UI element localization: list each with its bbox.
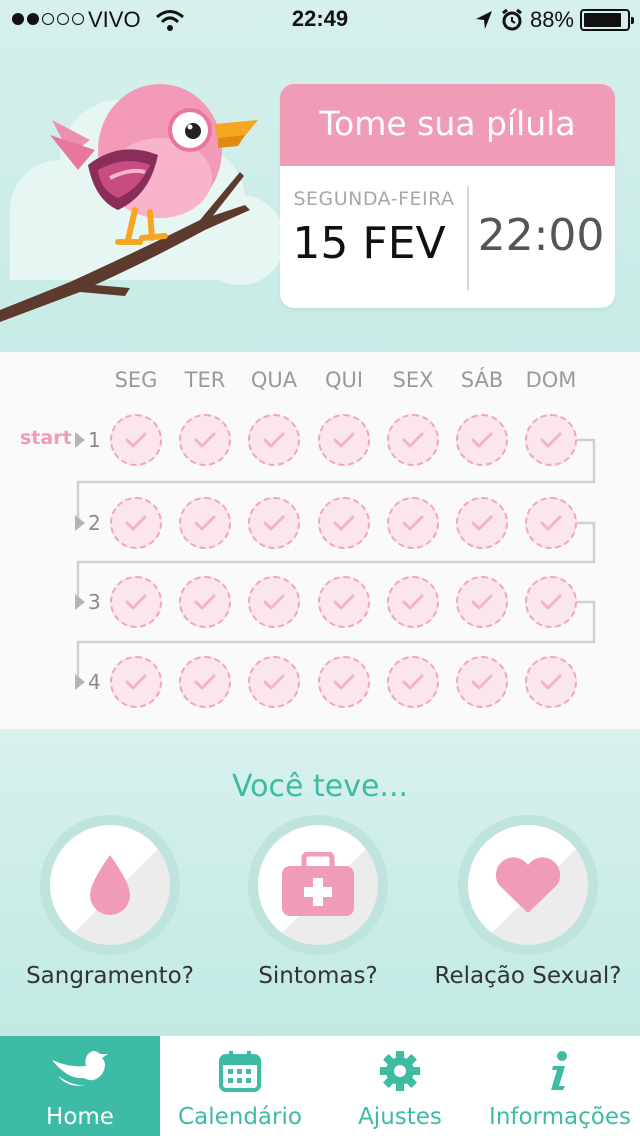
pill-slot[interactable] — [318, 414, 370, 466]
day-label: SÁB — [460, 368, 504, 392]
pill-slot[interactable] — [456, 656, 508, 708]
pill-slot[interactable] — [456, 414, 508, 466]
tab-home[interactable]: Home — [0, 1036, 160, 1136]
battery-icon — [580, 9, 634, 31]
pill-slot[interactable] — [525, 497, 577, 549]
pill-slot[interactable] — [387, 656, 439, 708]
card-divider — [467, 186, 469, 290]
reminder-date: 15 FEV — [292, 218, 446, 269]
week-number: 3 — [88, 590, 101, 614]
check-icon — [333, 674, 355, 690]
pill-slot[interactable] — [179, 656, 231, 708]
medkit-icon — [282, 852, 354, 916]
pill-pack: start SEG TER QUA QUI SEX SÁB DOM 1 2 3 … — [0, 352, 640, 729]
status-bar: VIVO 22:49 88% — [0, 0, 640, 40]
pill-slot[interactable] — [387, 576, 439, 628]
drop-icon — [90, 855, 130, 915]
check-icon — [263, 674, 285, 690]
pill-slot[interactable] — [179, 497, 231, 549]
pill-slot[interactable] — [387, 414, 439, 466]
day-label: QUI — [324, 368, 364, 392]
pill-reminder-card[interactable]: Tome sua pílula SEGUNDA-FEIRA 15 FEV 22:… — [280, 84, 615, 308]
pill-slot[interactable] — [456, 497, 508, 549]
pill-slot[interactable] — [525, 414, 577, 466]
calendar-icon — [219, 1051, 261, 1092]
gear-icon — [380, 1051, 420, 1091]
check-icon — [540, 432, 562, 448]
check-icon — [263, 594, 285, 610]
day-label: SEG — [114, 368, 158, 392]
events-section: Você teve... Sangramento? Sintomas? Rela… — [0, 729, 640, 1036]
pill-slot[interactable] — [318, 656, 370, 708]
info-icon — [551, 1051, 567, 1090]
pill-slot[interactable] — [456, 576, 508, 628]
check-icon — [333, 432, 355, 448]
week-number: 1 — [88, 428, 101, 452]
check-icon — [194, 515, 216, 531]
pill-slot[interactable] — [110, 414, 162, 466]
day-label: DOM — [525, 368, 577, 392]
header: VIVO 22:49 88% Tome sua pílula SEGUNDA-F… — [0, 0, 640, 352]
check-icon — [125, 594, 147, 610]
alarm-icon — [502, 8, 522, 31]
check-icon — [540, 515, 562, 531]
battery-percent: 88% — [529, 7, 574, 32]
tab-bar: Home Calendário Ajustes Informações — [0, 1036, 640, 1136]
check-icon — [263, 432, 285, 448]
check-icon — [125, 432, 147, 448]
bird-illustration — [0, 84, 285, 322]
bird-icon — [52, 1051, 108, 1086]
pill-slot[interactable] — [525, 656, 577, 708]
check-icon — [194, 594, 216, 610]
reminder-weekday: SEGUNDA-FEIRA — [293, 188, 455, 210]
pill-slot[interactable] — [179, 414, 231, 466]
week-number: 2 — [88, 511, 101, 535]
day-label: TER — [184, 368, 226, 392]
check-icon — [263, 515, 285, 531]
sexual-relation-label: Relação Sexual? — [434, 963, 622, 989]
check-icon — [540, 674, 562, 690]
pill-slot[interactable] — [179, 576, 231, 628]
check-icon — [471, 594, 493, 610]
pill-slot[interactable] — [248, 497, 300, 549]
day-label: QUA — [250, 368, 298, 392]
check-icon — [194, 432, 216, 448]
check-icon — [471, 432, 493, 448]
reminder-time: 22:00 — [477, 210, 605, 261]
check-icon — [333, 515, 355, 531]
location-arrow-icon — [475, 11, 492, 29]
check-icon — [194, 674, 216, 690]
pill-slot[interactable] — [110, 497, 162, 549]
check-icon — [125, 674, 147, 690]
week-number: 4 — [88, 670, 101, 694]
heart-icon — [495, 857, 561, 913]
check-icon — [333, 594, 355, 610]
check-icon — [402, 674, 424, 690]
pill-slot[interactable] — [110, 656, 162, 708]
check-icon — [540, 594, 562, 610]
pill-slot[interactable] — [248, 656, 300, 708]
pill-slot[interactable] — [525, 576, 577, 628]
check-icon — [402, 515, 424, 531]
check-icon — [125, 515, 147, 531]
tab-info-label: Informações — [489, 1104, 631, 1130]
pill-slot[interactable] — [248, 414, 300, 466]
events-title: Você teve... — [231, 769, 409, 804]
day-label: SEX — [392, 368, 434, 392]
pill-slot[interactable] — [318, 576, 370, 628]
check-icon — [402, 594, 424, 610]
check-icon — [402, 432, 424, 448]
start-label: start — [20, 427, 72, 449]
pill-slot[interactable] — [318, 497, 370, 549]
pill-reminder-title: Tome sua pílula — [280, 84, 615, 166]
check-icon — [471, 515, 493, 531]
pill-slot[interactable] — [387, 497, 439, 549]
pill-slot[interactable] — [248, 576, 300, 628]
tab-calendar[interactable]: Calendário — [160, 1036, 320, 1136]
check-icon — [471, 674, 493, 690]
tab-settings[interactable]: Ajustes — [320, 1036, 480, 1136]
pill-slot[interactable] — [110, 576, 162, 628]
tab-info[interactable]: Informações — [480, 1036, 640, 1136]
